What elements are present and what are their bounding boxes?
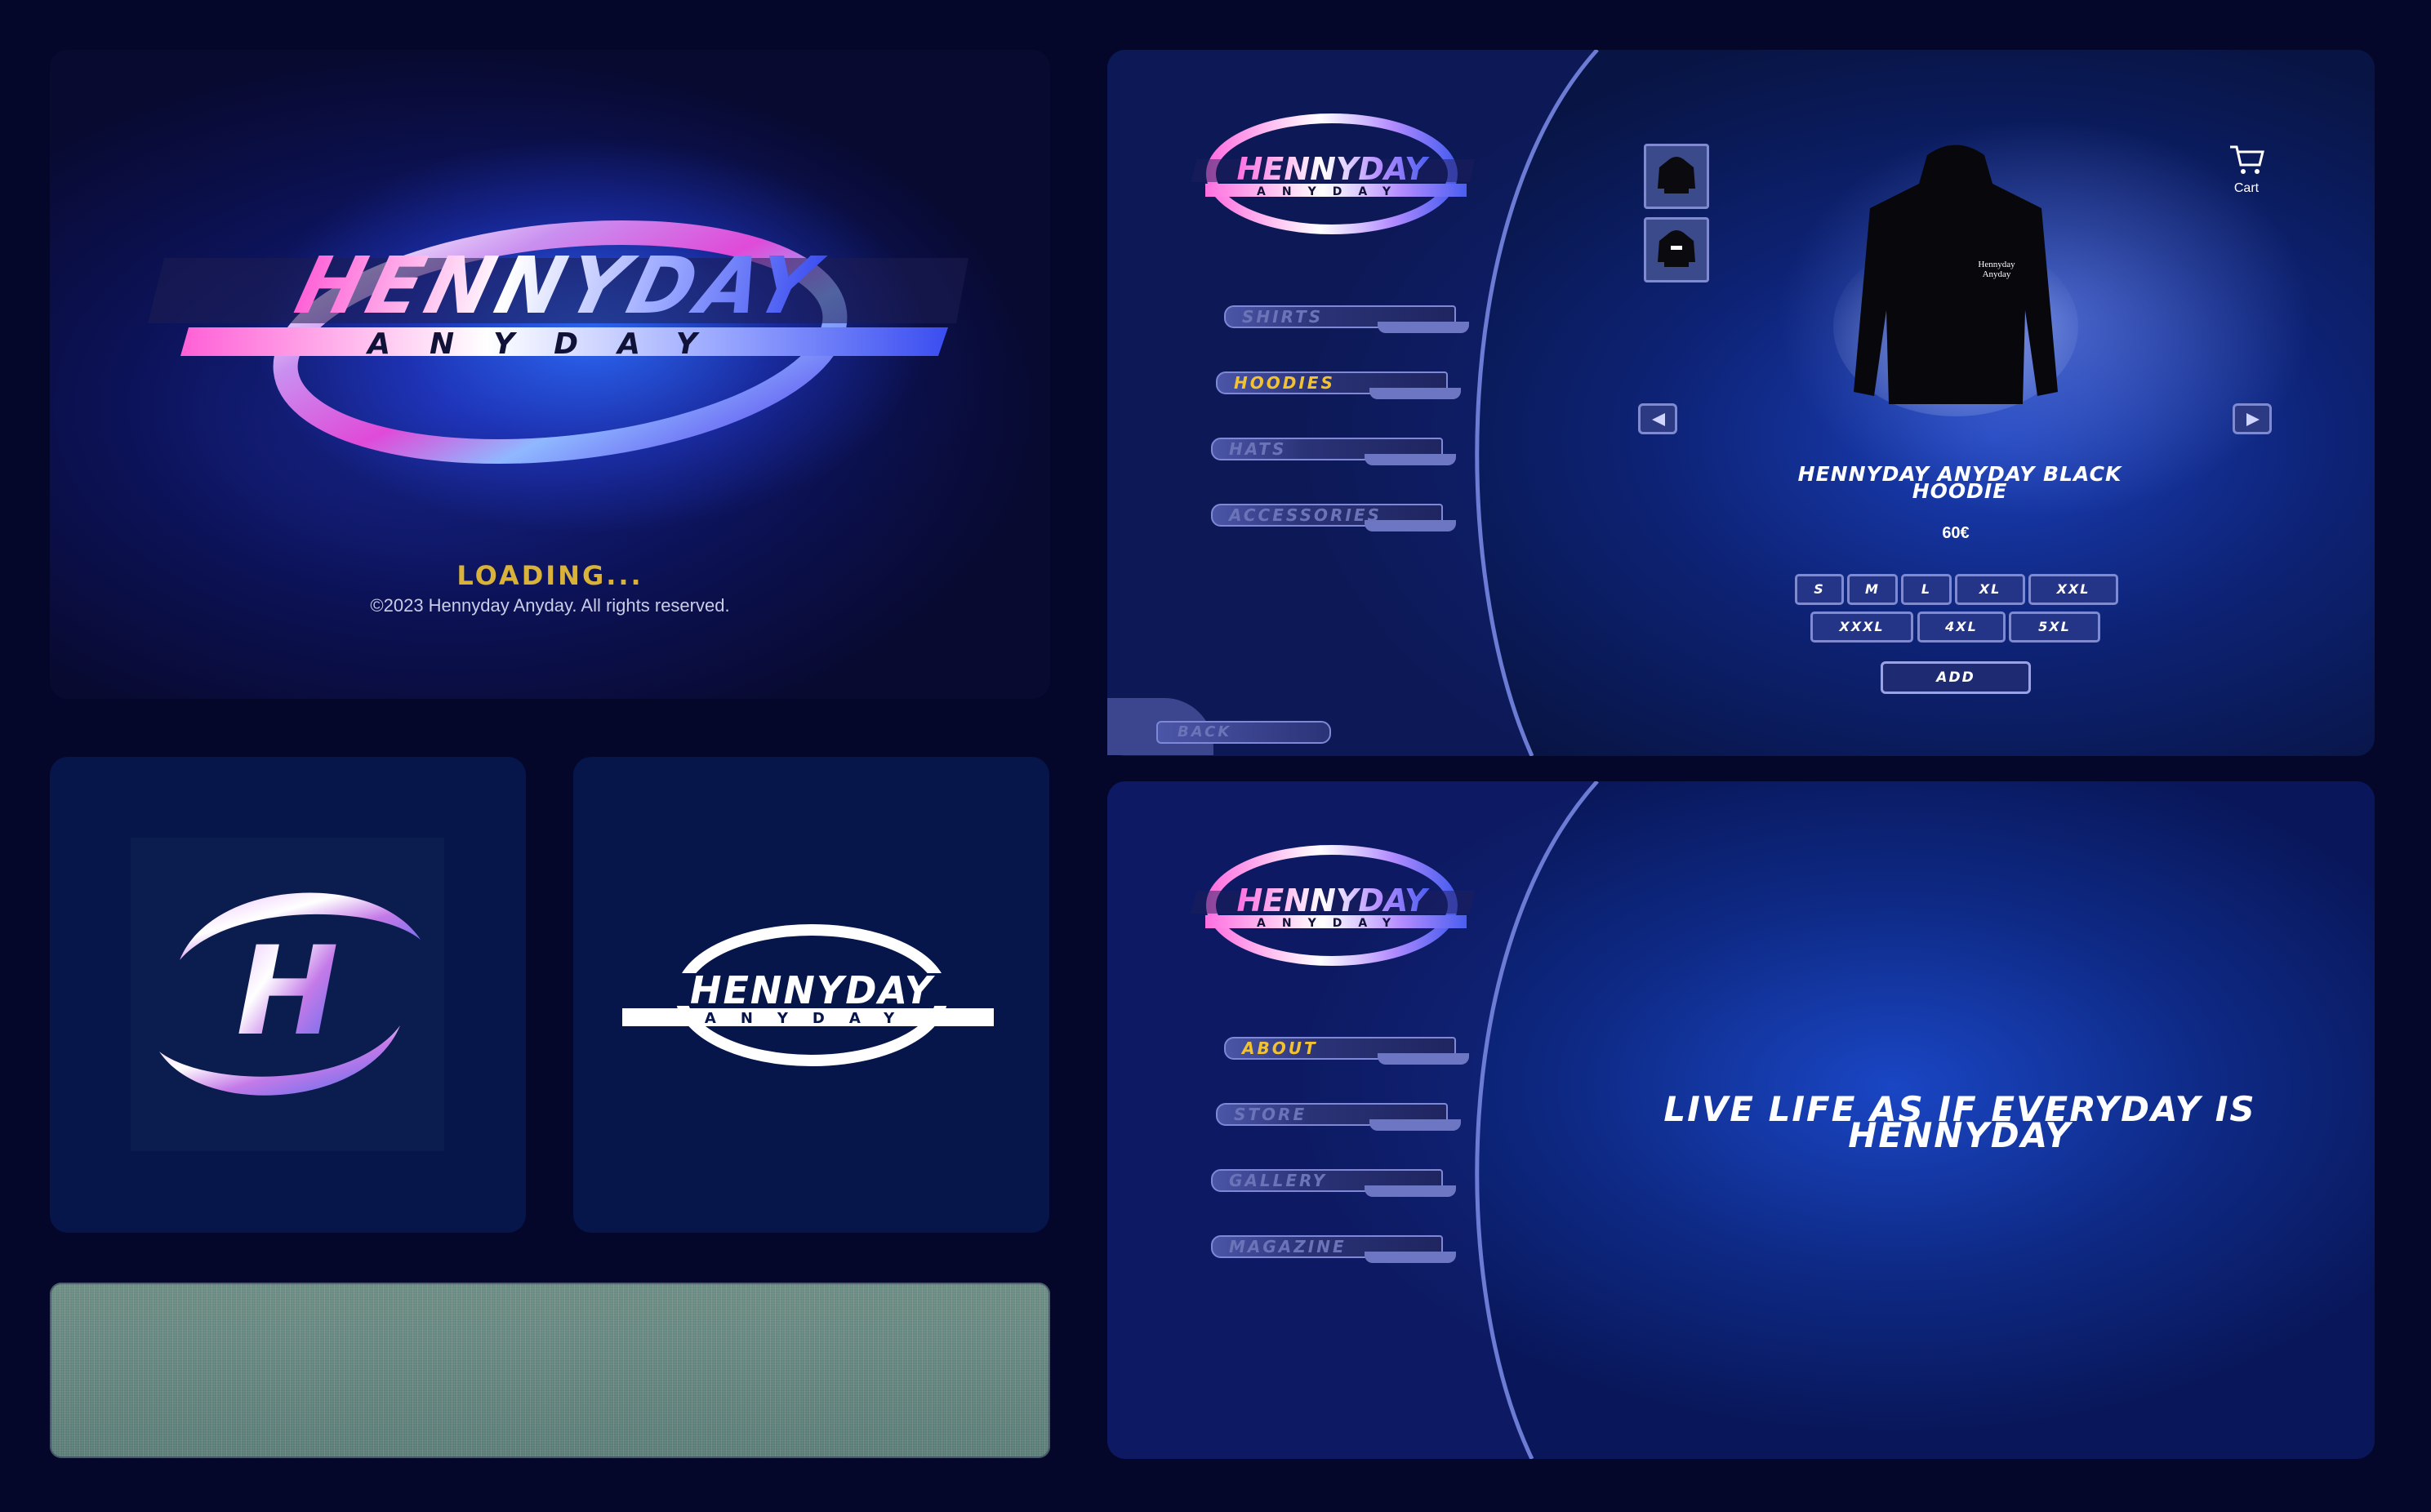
hoodie-thumb-icon (1658, 157, 1695, 193)
svg-text:ANYDAY: ANYDAY (1257, 185, 1407, 198)
product-hoodie-image (1833, 145, 2078, 416)
header-logo[interactable]: HENNYDAY ANYDAY (1164, 829, 1507, 976)
noise-texture-swatch (50, 1283, 1050, 1458)
header-logo[interactable]: HENNYDAY ANYDAY (1164, 97, 1507, 244)
menu-label: HATS (1229, 439, 1287, 459)
menu-tail (1365, 454, 1456, 465)
product-price: 60€ (1942, 524, 1970, 542)
loading-screen: HENNYDAY ANYDAY LOADING... ©2023 Hennyda… (50, 50, 1050, 699)
menu-label: STORE (1234, 1105, 1307, 1124)
menu-label: ACCESSORIES (1229, 505, 1382, 525)
menu-item-store[interactable]: STORE (1216, 1103, 1461, 1136)
size-button-5xl[interactable]: 5XL (2009, 611, 2100, 643)
menu-item-magazine[interactable]: MAGAZINE (1211, 1235, 1456, 1268)
size-button-s[interactable]: S (1795, 574, 1844, 605)
svg-text:ANYDAY: ANYDAY (1257, 917, 1407, 930)
arrow-right-icon (2246, 413, 2260, 426)
product-name: HENNYDAY ANYDAY BLACK HOODIE (1797, 462, 2122, 503)
cart-button[interactable]: Cart (2224, 144, 2268, 196)
menu-tail (1365, 1185, 1456, 1197)
monogram-icon: H (159, 892, 421, 1096)
thumbnail-front[interactable] (1644, 144, 1709, 209)
cart-label: Cart (2233, 181, 2260, 195)
next-image-button[interactable] (2233, 403, 2272, 434)
arrow-left-icon (1652, 413, 1665, 426)
wordmark-tile: HENNYDAY ANYDAY (573, 757, 1049, 1233)
prev-image-button[interactable] (1638, 403, 1677, 434)
menu-item-hoodies[interactable]: HOODIES (1216, 371, 1461, 404)
menu-tail (1378, 322, 1469, 333)
svg-text:H: H (236, 921, 339, 1063)
back-button[interactable]: BACK (1107, 698, 1344, 755)
menu-item-shirts[interactable]: SHIRTS (1224, 305, 1469, 338)
copyright-text: ©2023 Hennyday Anyday. All rights reserv… (370, 595, 730, 616)
size-button-4xl[interactable]: 4XL (1917, 611, 2006, 643)
menu-item-gallery[interactable]: GALLERY (1211, 1169, 1456, 1202)
menu-label: SHIRTS (1242, 307, 1324, 327)
menu-tail (1369, 388, 1461, 399)
menu-label: MAGAZINE (1229, 1237, 1347, 1256)
menu-item-hats[interactable]: HATS (1211, 438, 1456, 470)
wordmark-logo: HENNYDAY ANYDAY (622, 924, 998, 1066)
menu-item-about[interactable]: ABOUT (1224, 1037, 1469, 1070)
add-to-cart-button[interactable]: ADD (1881, 661, 2031, 694)
cart-icon (2230, 145, 2264, 174)
menu-item-accessories[interactable]: ACCESSORIES (1211, 504, 1456, 536)
svg-text:ANYDAY: ANYDAY (705, 1010, 919, 1027)
monogram-icon-frame: H (131, 838, 444, 1151)
menu-label: HOODIES (1234, 373, 1335, 393)
menu-label: GALLERY (1229, 1171, 1328, 1190)
hoodie-print-line-1: Hennyday (1978, 260, 2015, 269)
menu-tail (1365, 1252, 1456, 1263)
size-button-m[interactable]: M (1847, 574, 1898, 605)
thumbnail-back[interactable] (1644, 217, 1709, 282)
svg-text:HENNYDAY: HENNYDAY (1237, 151, 1430, 187)
size-button-l[interactable]: L (1901, 574, 1952, 605)
menu-tail (1378, 1053, 1469, 1065)
svg-text:ANYDAY: ANYDAY (365, 327, 737, 361)
size-button-xxxl[interactable]: XXXL (1810, 611, 1913, 643)
back-label: BACK (1178, 723, 1232, 740)
svg-text:HENNYDAY: HENNYDAY (287, 240, 832, 331)
svg-text:HENNYDAY: HENNYDAY (1237, 883, 1430, 918)
menu-label: ABOUT (1242, 1038, 1318, 1058)
hoodie-print: Hennyday Anyday (1972, 260, 2021, 279)
size-button-xxl[interactable]: XXL (2028, 574, 2118, 605)
menu-tail (1369, 1119, 1461, 1131)
svg-text:HENNYDAY: HENNYDAY (690, 968, 936, 1012)
loading-text: LOADING... (456, 560, 643, 591)
store-screen: HENNYDAY ANYDAY SHIRTS HOODIES HATS ACCE… (1107, 50, 2375, 756)
hoodie-print-line-2: Anyday (1982, 269, 2011, 279)
size-button-xl[interactable]: XL (1955, 574, 2025, 605)
hoodie-thumb-icon (1658, 230, 1695, 267)
monogram-tile: H (50, 757, 526, 1233)
slogan-text: LIVE LIFE AS IF EVERYDAY IS HENNYDAY (1663, 1089, 2256, 1155)
